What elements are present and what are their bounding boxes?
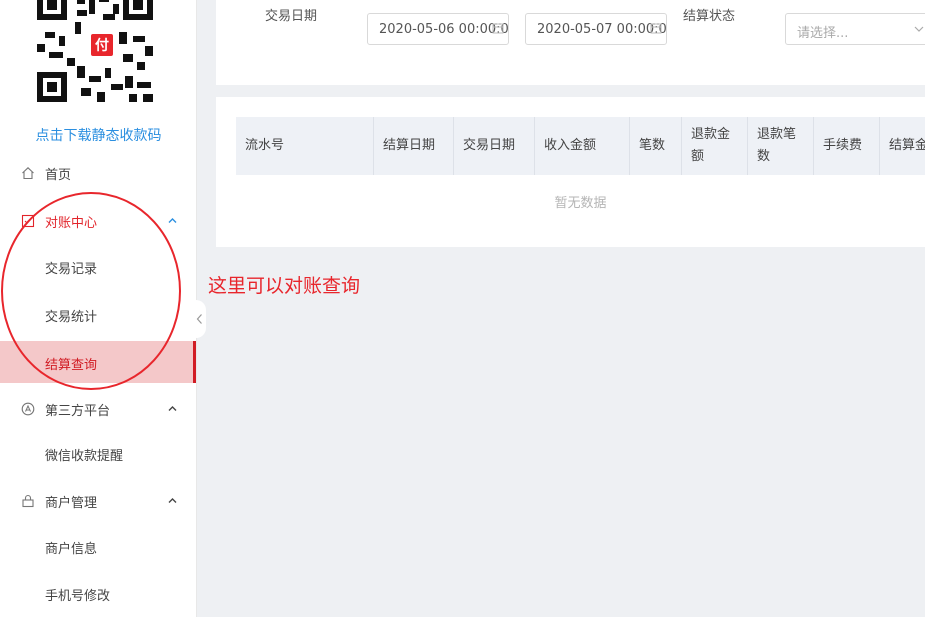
menu-item-wechat-alert[interactable]: 微信收款提醒 [0, 432, 196, 474]
annotation-ellipse [1, 192, 181, 390]
end-date-value: 2020-05-07 00:00:0 [537, 22, 667, 37]
download-qr-link[interactable]: 点击下载静态收款码 [0, 125, 197, 145]
chevron-down-icon [914, 26, 924, 32]
menu-item-label: 首页 [45, 167, 72, 183]
status-label: 结算状态 [683, 9, 736, 24]
table-header: 流水号 结算日期 交易日期 收入金额 笔数 退款金 额 退款笔 数 手续费 结算… [236, 117, 925, 175]
qr-logo: 付 [89, 32, 115, 58]
end-date-input[interactable]: 2020-05-07 00:00:0 [525, 13, 667, 45]
menu-item-label: 微信收款提醒 [45, 449, 124, 464]
menu-item-label: 手机号修改 [45, 589, 111, 604]
home-icon [22, 167, 34, 180]
status-placeholder: 请选择... [797, 26, 849, 41]
menu-item-third-party[interactable]: 第三方平台 [0, 388, 196, 430]
empty-state: 暂无数据 [554, 196, 607, 211]
annotation-text: 这里可以对账查询 [208, 275, 361, 297]
menu-item-merchant-info[interactable]: 商户信息 [0, 525, 196, 567]
menu-item-label: 第三方平台 [45, 403, 111, 419]
chevron-left-icon [196, 314, 202, 324]
table-panel: 流水号 结算日期 交易日期 收入金额 笔数 退款金 额 退款笔 数 手续费 结算… [216, 97, 925, 247]
column-header: 笔数 [630, 117, 682, 175]
qr-code: 付 [31, 0, 159, 110]
column-header: 流水号 [236, 117, 374, 175]
menu-item-merchant[interactable]: 商户管理 [0, 480, 196, 522]
start-date-input[interactable]: 2020-05-06 00:00:0 [367, 13, 509, 45]
sidebar-collapse-button[interactable] [192, 300, 206, 338]
column-header: 手续费 [814, 117, 880, 175]
column-header: 交易日期 [454, 117, 535, 175]
calendar-icon [492, 23, 504, 34]
menu-item-label: 商户信息 [45, 542, 98, 557]
menu-item-label: 商户管理 [45, 495, 98, 511]
column-header: 结算金 [889, 138, 925, 153]
column-header: 退款笔 数 [748, 117, 814, 175]
date-label: 交易日期 [265, 9, 318, 24]
menu-item-phone-change[interactable]: 手机号修改 [0, 572, 196, 614]
platform-icon [21, 402, 35, 416]
chevron-up-icon [168, 406, 177, 411]
column-header: 退款金 额 [682, 117, 748, 175]
merchant-icon [22, 494, 34, 508]
status-select[interactable]: 请选择... [785, 13, 925, 45]
column-header: 结算日期 [374, 117, 454, 175]
filter-panel: 交易日期 2020-05-06 00:00:0 2020-05-07 00:00… [216, 0, 925, 85]
start-date-value: 2020-05-06 00:00:0 [379, 22, 509, 37]
column-header: 收入金额 [535, 117, 630, 175]
qr-code-pattern: 付 [37, 0, 153, 104]
menu-item-home[interactable]: 首页 [0, 152, 196, 194]
chevron-up-icon [168, 498, 177, 503]
calendar-icon [650, 23, 662, 34]
